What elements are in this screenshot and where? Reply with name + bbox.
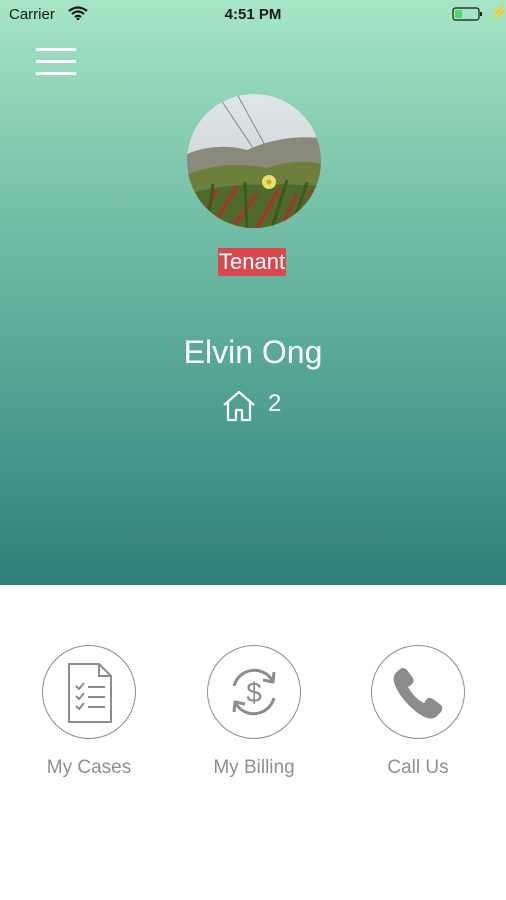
profile-avatar[interactable] xyxy=(187,94,321,228)
home-count: 2 xyxy=(268,390,282,417)
status-bar: Carrier 4:51 PM ⚡ xyxy=(0,0,506,30)
svg-text:$: $ xyxy=(246,677,262,708)
call-us-icon-circle xyxy=(371,645,465,739)
document-checklist-icon xyxy=(68,663,112,723)
status-time: 4:51 PM xyxy=(224,6,282,23)
menu-bar-line xyxy=(36,60,76,63)
menu-bar-line xyxy=(36,72,76,75)
battery-icon xyxy=(452,7,482,21)
call-us-button[interactable]: Call Us xyxy=(348,645,488,795)
user-name: Elvin Ong xyxy=(183,334,323,370)
my-cases-button[interactable]: My Cases xyxy=(19,645,159,795)
my-cases-label: My Cases xyxy=(46,757,132,778)
avatar-photo-icon xyxy=(187,94,321,228)
my-cases-icon-circle xyxy=(42,645,136,739)
menu-bar-line xyxy=(36,48,76,51)
role-badge: Tenant xyxy=(218,248,287,276)
profile-header: Carrier 4:51 PM ⚡ Tenant Elvin Ong 2 xyxy=(0,0,506,585)
home-icon xyxy=(223,390,255,422)
hamburger-menu-button[interactable] xyxy=(34,44,78,78)
my-billing-button[interactable]: $ My Billing xyxy=(184,645,324,795)
my-billing-icon-circle: $ xyxy=(207,645,301,739)
my-billing-label: My Billing xyxy=(213,757,295,778)
charging-icon: ⚡ xyxy=(490,4,506,20)
call-us-label: Call Us xyxy=(387,757,449,778)
phone-icon xyxy=(393,668,443,719)
dollar-cycle-icon: $ xyxy=(232,668,276,716)
